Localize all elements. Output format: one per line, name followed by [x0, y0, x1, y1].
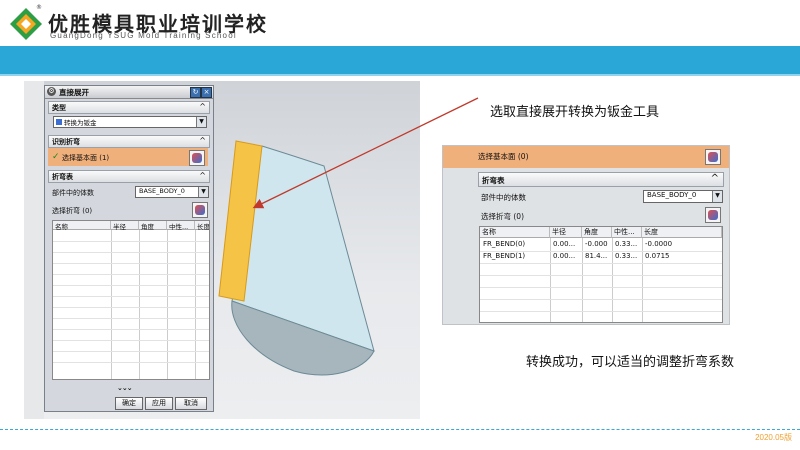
bend-table-grid[interactable]: 名称 半径 角度 中性... 长度	[52, 220, 210, 380]
school-name-en: GuangDong YSUG Mold Training School	[50, 31, 237, 40]
checkmark-icon: ✓	[52, 152, 60, 162]
column-header-neutral[interactable]: 中性...	[612, 227, 642, 238]
identify-bend-section-header[interactable]: 识别折弯 ^	[48, 135, 210, 148]
table-row[interactable]: FR_BEND(0) 0.00... -0.000 0.33... -0.000…	[480, 239, 722, 251]
zoom-select-bend-button[interactable]	[705, 207, 721, 223]
chevron-up-icon: ^	[199, 102, 206, 111]
ok-button[interactable]: 确定	[115, 397, 143, 410]
cell-neutral: 0.33...	[615, 240, 638, 248]
cell-name: FR_BEND(0)	[483, 240, 526, 248]
registered-mark: ®	[36, 4, 42, 11]
body-count-label: 部件中的体数	[52, 189, 94, 197]
column-header-length[interactable]: 长度	[642, 227, 722, 238]
chevron-down-icon: ▼	[712, 191, 722, 202]
header-accent-line	[0, 74, 800, 76]
zoom-bend-table-header[interactable]: 折弯表 ^	[478, 172, 724, 187]
resource-bar	[24, 81, 44, 419]
type-section-label: 类型	[52, 104, 66, 112]
callout-bottom-text: 转换成功，可以适当的调整折弯系数	[526, 355, 735, 370]
version-label: 2020.05版	[755, 433, 792, 442]
zoom-select-face-button[interactable]	[705, 149, 721, 165]
close-icon[interactable]: ×	[201, 87, 212, 98]
column-header-angle[interactable]: 角度	[582, 227, 612, 238]
bend-table-label: 折弯表	[52, 173, 73, 181]
zoom-bend-table-grid[interactable]: 名称 半径 角度 中性... 长度 FR_BEND(0) 0.00... -0.…	[479, 226, 723, 323]
unfold-dialog: ⚙ 直接展开 ↻ × 类型 ^ 转换为钣金 ▼ 识别折弯 ^ ✓ 选择基本面 (…	[44, 85, 214, 412]
cell-angle: -0.000	[585, 240, 608, 248]
type-select-value: 转换为钣金	[64, 119, 97, 127]
column-header-angle[interactable]: 角度	[139, 221, 167, 231]
sheet-metal-icon	[56, 119, 62, 125]
gear-icon[interactable]: ⚙	[47, 87, 56, 96]
callout-top-text: 选取直接展开转换为钣金工具	[490, 105, 660, 120]
cell-neutral: 0.33...	[615, 252, 638, 260]
cancel-button[interactable]: 取消	[175, 397, 207, 410]
column-header-neutral[interactable]: 中性...	[167, 221, 195, 231]
column-header-name[interactable]: 名称	[480, 227, 550, 238]
result-zoom-screenshot: 选择基本面 (0) 折弯表 ^ 部件中的体数 BASE_BODY_0 ▼ 选择折…	[442, 145, 730, 325]
footer-divider	[0, 429, 800, 430]
table-row[interactable]: FR_BEND(1) 0.00... 81.4... 0.33... 0.071…	[480, 251, 722, 263]
selection-icon	[708, 152, 718, 162]
cell-length: -0.0000	[645, 240, 673, 248]
zoom-select-bend-label: 选择折弯 (0)	[481, 212, 525, 221]
chevron-down-icon: ▼	[196, 117, 206, 127]
chevron-up-icon: ^	[199, 136, 206, 145]
selection-icon	[708, 210, 718, 220]
more-options-icon[interactable]: ⌄⌄⌄	[117, 384, 133, 392]
type-section-header[interactable]: 类型 ^	[48, 101, 210, 114]
dialog-title: 直接展开	[59, 88, 89, 97]
select-bend-button[interactable]	[192, 202, 208, 218]
column-header-length[interactable]: 长度	[195, 221, 209, 231]
header-accent-bar	[0, 46, 800, 74]
cell-angle: 81.4...	[585, 252, 608, 260]
body-select[interactable]: BASE_BODY_0 ▼	[135, 186, 209, 198]
selection-icon	[192, 153, 202, 163]
column-header-radius[interactable]: 半径	[111, 221, 139, 231]
identify-bend-label: 识别折弯	[52, 138, 80, 146]
cell-radius: 0.00...	[553, 252, 576, 260]
zoom-body-select-value: BASE_BODY_0	[647, 191, 697, 199]
select-base-face-label: 选择基本面 (1)	[62, 154, 110, 162]
column-header-radius[interactable]: 半径	[550, 227, 582, 238]
zoom-select-face-label: 选择基本面 (0)	[478, 152, 529, 161]
bend-table-section-header[interactable]: 折弯表 ^	[48, 170, 210, 183]
cell-name: FR_BEND(1)	[483, 252, 526, 260]
school-logo-icon	[10, 8, 42, 40]
cell-radius: 0.00...	[553, 240, 576, 248]
type-select[interactable]: 转换为钣金 ▼	[53, 116, 207, 128]
selection-icon	[195, 205, 205, 215]
select-base-face-row[interactable]: ✓ 选择基本面 (1)	[48, 148, 208, 166]
cell-length: 0.0715	[645, 252, 670, 260]
dialog-titlebar: ⚙ 直接展开 ↻ ×	[45, 86, 213, 99]
zoom-body-select[interactable]: BASE_BODY_0 ▼	[643, 190, 723, 203]
select-bend-label: 选择折弯 (0)	[52, 207, 93, 215]
select-face-button[interactable]	[189, 150, 205, 166]
body-select-value: BASE_BODY_0	[139, 187, 185, 195]
chevron-up-icon: ^	[199, 171, 206, 180]
zoom-body-count-label: 部件中的体数	[481, 193, 526, 202]
reset-icon[interactable]: ↻	[190, 87, 201, 98]
column-header-name[interactable]: 名称	[53, 221, 111, 231]
zoom-bend-table-label: 折弯表	[482, 176, 505, 185]
apply-button[interactable]: 应用	[145, 397, 173, 410]
zoom-select-face-row[interactable]: 选择基本面 (0)	[443, 146, 729, 168]
chevron-down-icon: ▼	[198, 187, 208, 197]
chevron-up-icon: ^	[710, 173, 719, 184]
